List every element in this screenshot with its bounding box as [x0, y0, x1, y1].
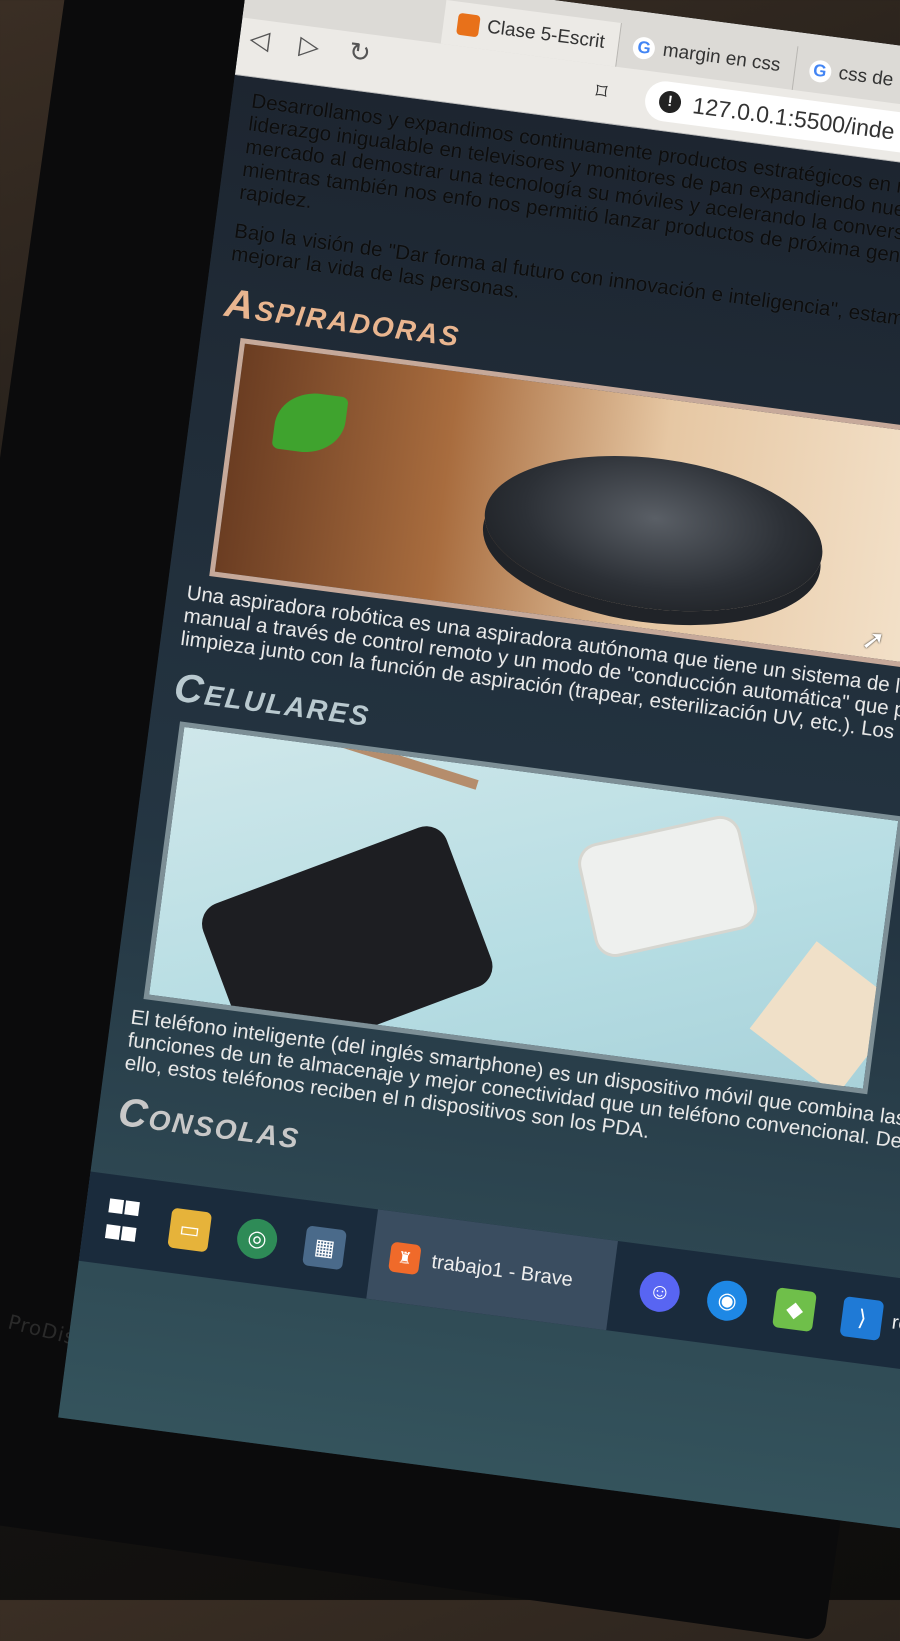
firefox-dev-icon[interactable]: ◉: [704, 1278, 750, 1324]
taskbar-app-label: referencia-mediana: [890, 1311, 900, 1356]
tab-label: Clase 5-Escrit: [485, 16, 606, 53]
reload-icon[interactable]: ↻: [347, 36, 373, 70]
mouse-cursor-icon: ➚: [859, 622, 888, 657]
robot-vacuum-shape: [475, 437, 832, 631]
tab-label: css de: [837, 62, 895, 91]
google-icon: G: [631, 35, 657, 61]
taskbar-app-label: trabajo1 - Brave: [430, 1250, 575, 1291]
minecraft-icon[interactable]: ◆: [772, 1287, 818, 1333]
calculator-icon[interactable]: ▦: [302, 1225, 347, 1271]
tab-clase5[interactable]: Clase 5-Escrit: [440, 0, 623, 67]
tab-margin-css[interactable]: G margin en css: [616, 23, 798, 90]
document-icon: [456, 12, 481, 38]
plant-shape: [271, 388, 349, 458]
tab-label: margin en css: [661, 39, 782, 77]
file-explorer-icon[interactable]: ▭: [167, 1207, 213, 1253]
site-info-icon[interactable]: !: [657, 89, 683, 115]
paper-shape: [749, 941, 900, 1095]
bookmark-icon[interactable]: ⌑: [594, 78, 608, 105]
white-phone-shape: [577, 815, 758, 958]
vscode-icon: ⟩: [839, 1296, 885, 1341]
tab-css-de[interactable]: G css de: [792, 46, 900, 105]
taskbar-app-vscode[interactable]: ⟩ referencia-mediana: [839, 1296, 900, 1365]
forward-icon[interactable]: ▷: [297, 29, 321, 62]
google-icon: G: [807, 58, 833, 84]
windows-start-icon[interactable]: [100, 1198, 145, 1244]
chrome-icon[interactable]: ◎: [234, 1216, 280, 1262]
discord-icon[interactable]: ☺: [637, 1269, 683, 1315]
back-icon[interactable]: ◁: [248, 23, 272, 56]
brave-icon: ♜: [388, 1241, 422, 1276]
